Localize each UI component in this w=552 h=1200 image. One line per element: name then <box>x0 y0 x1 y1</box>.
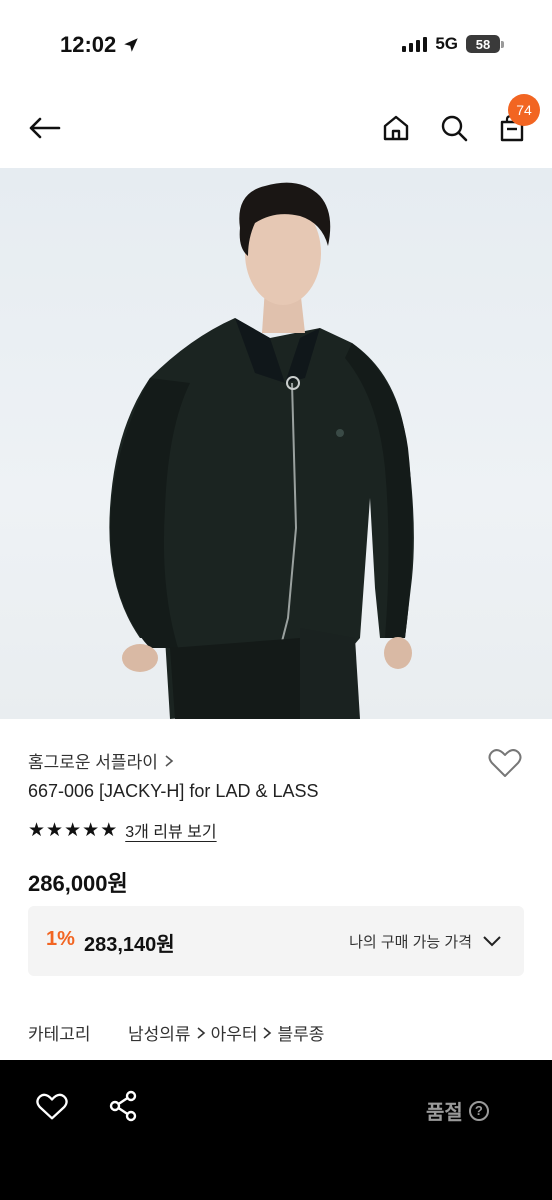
location-arrow-icon <box>124 38 139 52</box>
bottom-wishlist-button[interactable] <box>36 1092 68 1122</box>
heart-icon <box>488 749 522 777</box>
soldout-status: 품절 ? <box>426 1096 489 1125</box>
star-icon: ★ <box>28 819 46 841</box>
status-bar: 12:02 5G 58 <box>0 0 552 90</box>
search-button[interactable] <box>436 110 472 146</box>
network-label: 5G <box>435 34 458 53</box>
rating-row: ★ ★ ★ ★ ★ 3개 리뷰 보기 <box>28 818 217 842</box>
home-button[interactable] <box>378 110 414 146</box>
clock: 12:02 <box>60 32 117 57</box>
category-label: 카테고리 <box>28 1025 91 1044</box>
product-image[interactable] <box>0 168 552 719</box>
heart-icon <box>36 1093 68 1120</box>
product-photo-illustration <box>109 182 414 719</box>
cart-count-badge: 74 <box>508 94 540 126</box>
search-icon <box>441 115 468 142</box>
home-icon <box>383 115 409 141</box>
product-name: 667-006 [JACKY-H] for LAD & LASS <box>28 781 319 801</box>
discount-price-box[interactable]: 1% 283,140원 나의 구매 가능 가격 <box>28 906 524 976</box>
chevron-right-icon <box>165 754 174 767</box>
soldout-label: 품절 <box>426 1102 463 1124</box>
share-button[interactable] <box>108 1090 138 1122</box>
category-crumb[interactable]: 블루종 <box>277 1020 324 1045</box>
star-icon: ★ <box>82 819 100 841</box>
rating-stars: ★ ★ ★ ★ ★ <box>28 819 117 842</box>
product-price: 286,000원 <box>28 871 128 896</box>
brand-link[interactable]: 홈그로운 서플라이 <box>28 748 174 773</box>
bottom-action-bar: 품절 ? <box>0 1060 552 1200</box>
review-link[interactable]: 3개 리뷰 보기 <box>125 818 216 842</box>
wishlist-button[interactable] <box>486 746 524 780</box>
battery-icon: 58 <box>466 35 504 53</box>
app-header <box>0 90 552 168</box>
status-time: 12:02 <box>60 32 140 58</box>
category-row: 카테고리 남성의류 아우터 블루종 <box>28 1020 324 1045</box>
discount-rate: 1% <box>46 928 75 950</box>
back-arrow-icon <box>29 117 61 139</box>
discount-label: 나의 구매 가능 가격 <box>349 934 472 951</box>
back-button[interactable] <box>24 110 64 146</box>
discount-price: 283,140원 <box>84 934 175 956</box>
star-icon: ★ <box>46 819 64 841</box>
chevron-right-icon <box>197 1026 205 1039</box>
share-icon <box>109 1090 137 1122</box>
star-icon: ★ <box>100 819 118 841</box>
chevron-right-icon <box>263 1026 272 1039</box>
battery-level: 58 <box>466 35 500 53</box>
category-crumb[interactable]: 아우터 <box>211 1020 258 1045</box>
brand-name: 홈그로운 서플라이 <box>28 753 158 772</box>
help-icon[interactable]: ? <box>468 1100 489 1121</box>
chevron-down-icon <box>483 936 501 947</box>
category-breadcrumb: 남성의류 아우터 블루종 <box>128 1020 324 1045</box>
category-crumb[interactable]: 남성의류 <box>128 1020 191 1045</box>
star-icon: ★ <box>64 819 82 841</box>
signal-icon <box>402 36 428 52</box>
